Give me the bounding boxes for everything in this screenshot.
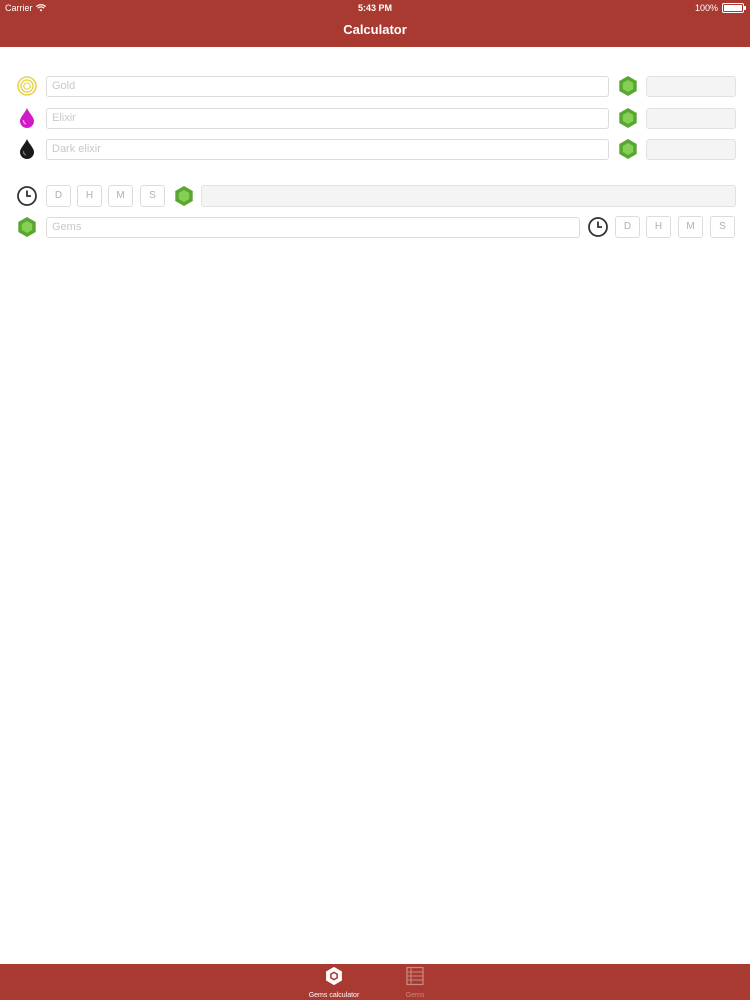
elixir-input[interactable]: Elixir xyxy=(46,108,609,129)
status-time: 5:43 PM xyxy=(357,3,392,13)
gem-icon xyxy=(619,76,637,96)
battery-icon xyxy=(722,3,746,13)
gold-gems-output[interactable] xyxy=(646,76,736,97)
page-title: Calculator xyxy=(343,22,407,37)
tab-gems[interactable]: Gems xyxy=(380,966,450,999)
time-to-gems-row: D H M S xyxy=(0,185,750,209)
gem-icon xyxy=(18,217,36,237)
dark-elixir-gems-output[interactable] xyxy=(646,139,736,160)
gold-input[interactable]: Gold xyxy=(46,76,609,97)
minutes-segment[interactable]: M xyxy=(108,185,133,207)
gem-icon xyxy=(175,186,193,206)
battery-percent: 100% xyxy=(694,3,718,13)
seconds-output[interactable]: S xyxy=(710,216,735,238)
elixir-row: Elixir xyxy=(0,107,750,131)
seconds-segment[interactable]: S xyxy=(140,185,165,207)
tab-label: Gems xyxy=(405,992,425,999)
dark-elixir-input[interactable]: Dark elixir xyxy=(46,139,609,160)
status-battery: 100% xyxy=(694,3,746,13)
list-tab-icon xyxy=(406,966,424,986)
dark-elixir-row: Dark elixir xyxy=(0,138,750,162)
gem-icon xyxy=(619,139,637,159)
hours-output[interactable]: H xyxy=(646,216,671,238)
minutes-output[interactable]: M xyxy=(678,216,703,238)
days-output[interactable]: D xyxy=(615,216,640,238)
dark-elixir-drop-icon xyxy=(20,139,34,159)
gold-coins-icon xyxy=(17,76,37,96)
time-gems-output[interactable] xyxy=(201,185,736,207)
elixir-drop-icon xyxy=(20,108,34,128)
gem-icon xyxy=(619,108,637,128)
gems-input[interactable]: Gems xyxy=(46,217,580,238)
top-bar: Carrier 5:43 PM 100% Calculator xyxy=(0,0,750,47)
tab-bar: Gems calculator Gems xyxy=(0,964,750,1000)
gems-to-time-row: Gems D H M S xyxy=(0,216,750,240)
tab-gems-calculator[interactable]: Gems calculator xyxy=(299,966,369,999)
gem-tab-icon xyxy=(326,966,342,986)
gold-row: Gold xyxy=(0,75,750,99)
clock-icon xyxy=(17,186,37,206)
hours-segment[interactable]: H xyxy=(77,185,102,207)
tab-label: Gems calculator xyxy=(308,992,360,999)
elixir-gems-output[interactable] xyxy=(646,108,736,129)
clock-icon xyxy=(588,217,608,237)
days-segment[interactable]: D xyxy=(46,185,71,207)
